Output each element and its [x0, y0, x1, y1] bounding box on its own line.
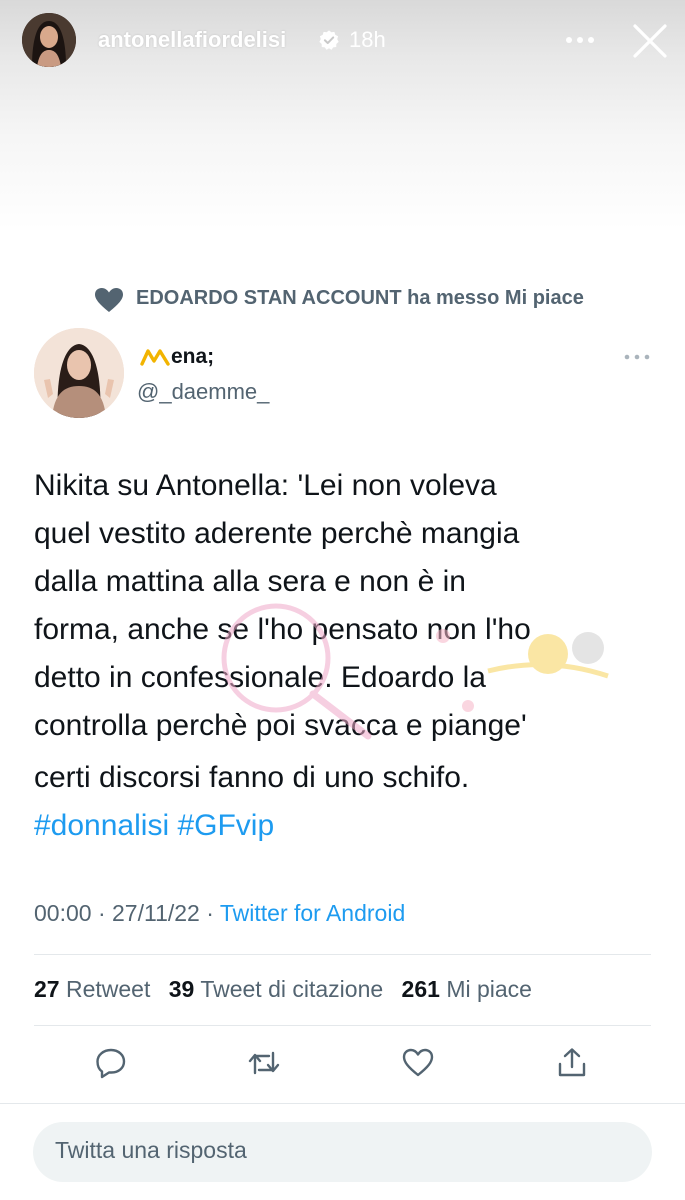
tweet-more-icon[interactable] [623, 351, 651, 363]
tweet-text-line: Nikita su Antonella: 'Lei non voleva [34, 469, 497, 502]
retweets-stat[interactable]: 27 Retweet [34, 976, 150, 1002]
heart-filled-icon [95, 288, 123, 312]
quotes-stat[interactable]: 39 Tweet di citazione [169, 976, 383, 1002]
reply-icon[interactable] [94, 1046, 128, 1080]
section-separator [0, 1103, 685, 1104]
hashtags-line: #donnalisi #GFvip [34, 802, 664, 850]
more-horizontal-icon[interactable] [562, 30, 598, 50]
retweets-count: 27 [34, 976, 60, 1002]
hashtag-gfvip[interactable]: #GFvip [177, 809, 274, 842]
author-avatar[interactable] [34, 328, 124, 418]
divider [34, 1025, 651, 1026]
share-icon[interactable] [555, 1046, 589, 1080]
tweet-stats: 27 Retweet 39 Tweet di citazione 261 Mi … [34, 976, 544, 1003]
watermark-graphic [221, 603, 609, 740]
tweet-source[interactable]: Twitter for Android [220, 900, 405, 926]
tweet-text-line: certi discorsi fanno di uno schifo. [34, 761, 470, 794]
story-time-ago: 18h [349, 27, 386, 52]
retweet-icon[interactable] [247, 1046, 281, 1080]
quotes-label: Tweet di citazione [200, 976, 384, 1002]
close-icon[interactable] [630, 21, 670, 61]
story-avatar[interactable] [22, 13, 76, 67]
crown-emoji-icon [140, 349, 170, 366]
tweet-time: 00:00 [34, 900, 92, 926]
hashtag-donnalisi[interactable]: #donnalisi [34, 809, 169, 842]
liked-by-text[interactable]: EDOARDO STAN ACCOUNT ha messo Mi piace [136, 287, 584, 310]
story-username[interactable]: antonellafiordelisi [98, 27, 286, 53]
likes-count: 261 [401, 976, 440, 1002]
tweet-timestamp: 00:00 · 27/11/22 · Twitter for Android [34, 900, 406, 926]
likes-stat[interactable]: 261 Mi piace [402, 976, 532, 1002]
retweets-label: Retweet [65, 976, 151, 1002]
like-icon[interactable] [401, 1046, 435, 1080]
tweet-text-line: quel vestito aderente perchè mangia [34, 517, 520, 550]
tweet-date: 27/11/22 [112, 900, 200, 926]
story-header: antonellafiordelisi 18h [0, 0, 685, 90]
divider [34, 954, 651, 955]
reply-box[interactable] [33, 1122, 652, 1182]
likes-label: Mi piace [446, 976, 532, 1002]
reply-input[interactable] [53, 1136, 617, 1165]
author-display-name[interactable]: ena; [171, 345, 214, 369]
verified-badge-icon [319, 30, 339, 50]
author-handle[interactable]: @_daemme_ [137, 379, 269, 405]
quotes-count: 39 [168, 976, 195, 1002]
